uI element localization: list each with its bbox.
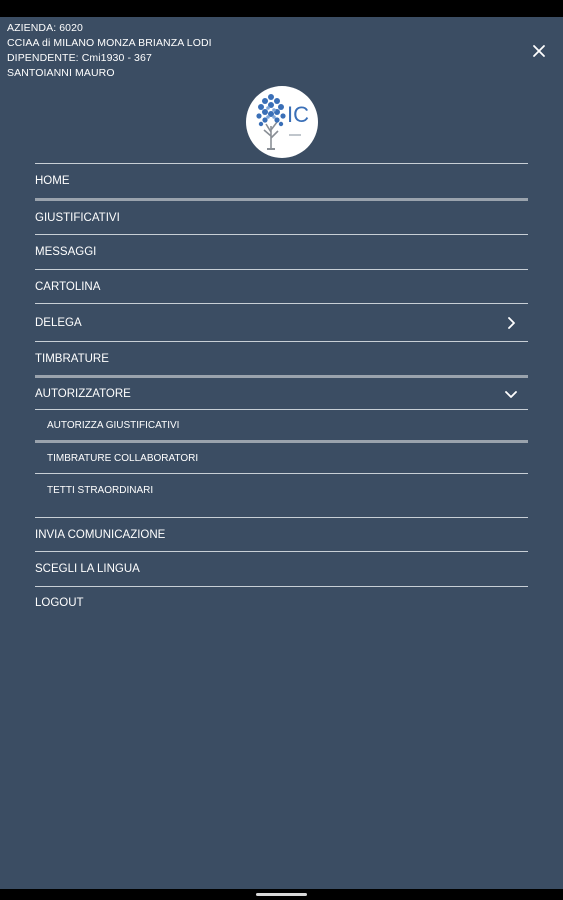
employee-label: DIPENDENTE: Cmi1930 - 367 <box>7 52 152 64</box>
menu-item-label: INVIA COMUNICAZIONE <box>35 528 166 541</box>
menu-item-scegli-lingua[interactable]: SCEGLI LA LINGUA <box>35 552 528 586</box>
svg-text:IC: IC <box>287 102 309 127</box>
home-handle[interactable] <box>256 893 307 896</box>
submenu-item-timbrature-collaboratori[interactable]: TIMBRATURE COLLABORATORI <box>35 443 528 473</box>
menu-item-cartolina[interactable]: CARTOLINA <box>35 270 528 303</box>
side-menu: HOME GIUSTIFICATIVI MESSAGGI CARTOLINA D… <box>35 163 528 619</box>
menu-item-home[interactable]: HOME <box>35 164 528 198</box>
submenu-item-label: TETTI STRAORDINARI <box>47 484 154 496</box>
menu-item-label: LOGOUT <box>35 597 84 609</box>
submenu-item-autorizza-giustificativi[interactable]: AUTORIZZA GIUSTIFICATIVI <box>35 410 528 440</box>
chevron-right-icon <box>508 316 515 329</box>
submenu-item-tetti-straordinari[interactable]: TETTI STRAORDINARI <box>35 474 528 506</box>
menu-item-timbrature[interactable]: TIMBRATURE <box>35 342 528 375</box>
user-info: AZIENDA: 6020 CCIAA di MILANO MONZA BRIA… <box>7 21 212 81</box>
employee-name: SANTOIANNI MAURO <box>7 67 115 79</box>
menu-item-label: TIMBRATURE <box>35 352 109 365</box>
menu-item-label: HOME <box>35 175 70 187</box>
organization-label: CCIAA di MILANO MONZA BRIANZA LODI <box>7 37 212 49</box>
menu-item-label: AUTORIZZATORE <box>35 387 131 400</box>
menu-item-giustificativi[interactable]: GIUSTIFICATIVI <box>35 201 528 234</box>
navigation-bar <box>0 889 563 900</box>
submenu-item-label: TIMBRATURE COLLABORATORI <box>47 452 199 464</box>
menu-item-label: CARTOLINA <box>35 280 101 293</box>
submenu-item-label: AUTORIZZA GIUSTIFICATIVI <box>47 419 180 431</box>
close-icon[interactable] <box>530 42 548 60</box>
status-bar <box>0 0 563 17</box>
menu-item-label: DELEGA <box>35 316 82 329</box>
menu-item-label: SCEGLI LA LINGUA <box>35 563 140 575</box>
menu-item-logout[interactable]: LOGOUT <box>35 587 528 619</box>
menu-item-label: GIUSTIFICATIVI <box>35 211 120 224</box>
menu-item-delega[interactable]: DELEGA <box>35 304 528 341</box>
menu-item-label: MESSAGGI <box>35 246 97 258</box>
menu-item-invia-comunicazione[interactable]: INVIA COMUNICAZIONE <box>35 518 528 551</box>
chevron-down-icon <box>505 390 517 398</box>
company-label: AZIENDA: 6020 <box>7 22 83 34</box>
tree-logo: IC <box>246 86 318 158</box>
menu-item-messaggi[interactable]: MESSAGGI <box>35 235 528 269</box>
menu-item-autorizzatore[interactable]: AUTORIZZATORE <box>35 378 528 409</box>
